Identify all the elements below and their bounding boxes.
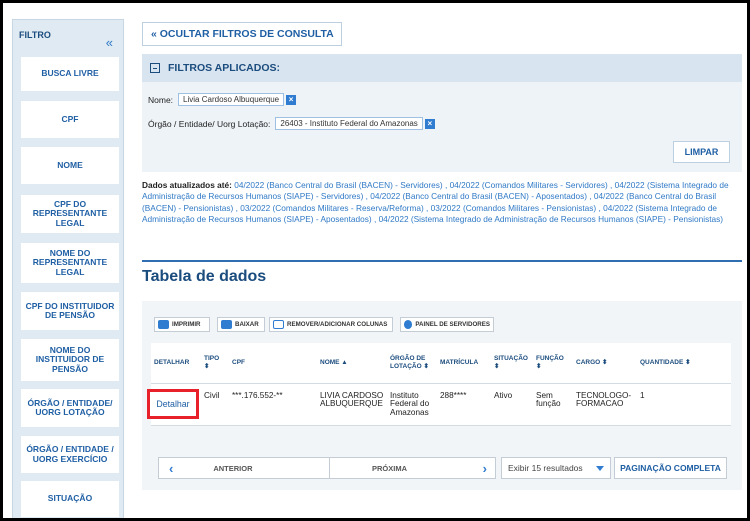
filter-nome-chip: Livia Cardoso Albuquerque [178,93,285,106]
col-matricula: MATRÍCULA [437,343,491,384]
detalhar-link[interactable]: Detalhar [147,389,199,419]
col-funcao[interactable]: FUNÇÃO ⬍ [533,343,573,384]
dropdown-arrow-icon [596,466,604,471]
clear-filters-button[interactable]: LIMPAR [673,141,730,163]
chevron-left-icon: ‹ [169,460,174,476]
filter-nome-label: Nome: [148,94,174,105]
cell-quantidade: 1 [637,383,731,426]
col-orgao[interactable]: ÓRGÃO DE LOTAÇÃO ⬍ [387,343,437,384]
data-updated-label: Dados atualizados até: [142,180,232,190]
col-detalhar: DETALHAR [151,343,201,384]
download-icon [221,320,232,329]
sidebar-item-orgao-exercicio[interactable]: ÓRGÃO / ENTIDADE / UORG EXERCÍCIO [21,436,119,473]
sidebar-item-nome[interactable]: NOME [21,147,119,184]
page-size-select[interactable]: Exibir 15 resultados [501,457,611,479]
print-button[interactable]: IMPRIMIR [154,317,210,332]
next-label: PRÓXIMA [371,463,407,473]
print-label: IMPRIMIR [172,321,201,328]
collapse-sidebar-icon[interactable]: « [106,36,113,49]
col-cpf: CPF [229,343,317,384]
panel-icon [404,320,413,329]
collapse-minus-icon[interactable] [150,63,160,73]
download-button[interactable]: BAIXAR [217,317,265,332]
cell-tipo: Civil [201,383,229,426]
col-situacao[interactable]: SITUAÇÃO ⬍ [491,343,533,384]
col-quantidade[interactable]: QUANTIDADE ⬍ [637,343,731,384]
applied-filters-header[interactable]: FILTROS APLICADOS: [142,54,742,82]
results-table: DETALHAR TIPO ⬍ CPF NOME ▲ ÓRGÃO DE LOTA… [147,343,731,426]
previous-page-button[interactable]: ‹ ANTERIOR [159,458,330,478]
table-title: Tabela de dados [142,268,267,285]
sidebar-item-cpf[interactable]: CPF [21,101,119,138]
sidebar-item-cpf-instituidor[interactable]: CPF DO INSTITUIDOR DE PENSÃO [21,292,119,330]
data-table-area: IMPRIMIR BAIXAR REMOVER/ADICIONAR COLUNA… [142,301,742,490]
columns-icon [273,320,284,329]
sidebar-item-nome-representante[interactable]: NOME DO REPRESENTANTE LEGAL [21,243,119,283]
main-content: « OCULTAR FILTROS DE CONSULTA FILTROS AP… [142,3,746,518]
cell-cpf: ***.176.552-** [229,383,317,426]
col-cargo[interactable]: CARGO ⬍ [573,343,637,384]
cell-cargo: TECNOLOGO-FORMACAO [573,383,637,426]
table-row: Detalhar Civil ***.176.552-** LIVIA CARD… [147,383,731,426]
remove-filter-icon[interactable]: × [286,94,297,105]
cell-nome: LIVIA CARDOSO ALBUQUERQUE [317,383,387,426]
page-size-value: Exibir 15 resultados [508,463,583,473]
data-updated-note: Dados atualizados até: 04/2022 (Banco Ce… [142,180,742,225]
pagination-bar: ‹ ANTERIOR PRÓXIMA › [158,457,496,479]
sidebar-title: FILTRO [19,30,51,40]
cell-detalhar: Detalhar [147,383,201,426]
cell-situacao: Ativo [491,383,533,426]
col-nome[interactable]: NOME ▲ [317,343,387,384]
applied-filters-panel: FILTROS APLICADOS: Nome: Livia Cardoso A… [142,54,742,172]
next-page-button[interactable]: PRÓXIMA › [330,458,495,478]
sidebar-item-nome-instituidor[interactable]: NOME DO INSTITUIDOR DE PENSÃO [21,339,119,381]
remove-filter-icon[interactable]: × [424,118,435,129]
section-divider [142,260,742,262]
filter-row-orgao: Órgão / Entidade/ Uorg Lotação: 26403 - … [148,117,435,130]
panel-label: PAINEL DE SERVIDORES [415,321,490,328]
previous-label: ANTERIOR [213,463,253,473]
filter-orgao-label: Órgão / Entidade/ Uorg Lotação: [148,118,271,129]
sidebar-item-cpf-representante[interactable]: CPF DO REPRESENTANTE LEGAL [21,195,119,233]
columns-button[interactable]: REMOVER/ADICIONAR COLUNAS [269,317,393,332]
col-tipo[interactable]: TIPO ⬍ [201,343,229,384]
chevron-right-icon: › [482,460,487,476]
columns-label: REMOVER/ADICIONAR COLUNAS [287,321,388,328]
sidebar-item-situacao[interactable]: SITUAÇÃO [21,481,119,517]
cell-funcao: Sem função [533,383,573,426]
full-pagination-button[interactable]: PAGINAÇÃO COMPLETA [614,457,727,479]
cell-orgao: Instituto Federal do Amazonas [387,383,437,426]
printer-icon [158,320,169,329]
filter-orgao-chip: 26403 - Instituto Federal do Amazonas [275,117,423,130]
download-label: BAIXAR [235,321,259,328]
hide-filters-button[interactable]: « OCULTAR FILTROS DE CONSULTA [142,22,342,46]
cell-matricula: 288**** [437,383,491,426]
sidebar-item-busca-livre[interactable]: BUSCA LIVRE [21,57,119,91]
filter-row-nome: Nome: Livia Cardoso Albuquerque × [148,93,297,106]
servers-panel-button[interactable]: PAINEL DE SERVIDORES [400,317,494,332]
filter-sidebar: FILTRO « BUSCA LIVRE CPF NOME CPF DO REP… [12,19,124,518]
applied-filters-title: FILTROS APLICADOS: [168,62,280,74]
sidebar-item-orgao-lotacao[interactable]: ÓRGÃO / ENTIDADE/ UORG LOTAÇÃO [21,389,119,427]
browser-frame: FILTRO « BUSCA LIVRE CPF NOME CPF DO REP… [0,0,750,521]
table-header-row: DETALHAR TIPO ⬍ CPF NOME ▲ ÓRGÃO DE LOTA… [151,343,731,384]
